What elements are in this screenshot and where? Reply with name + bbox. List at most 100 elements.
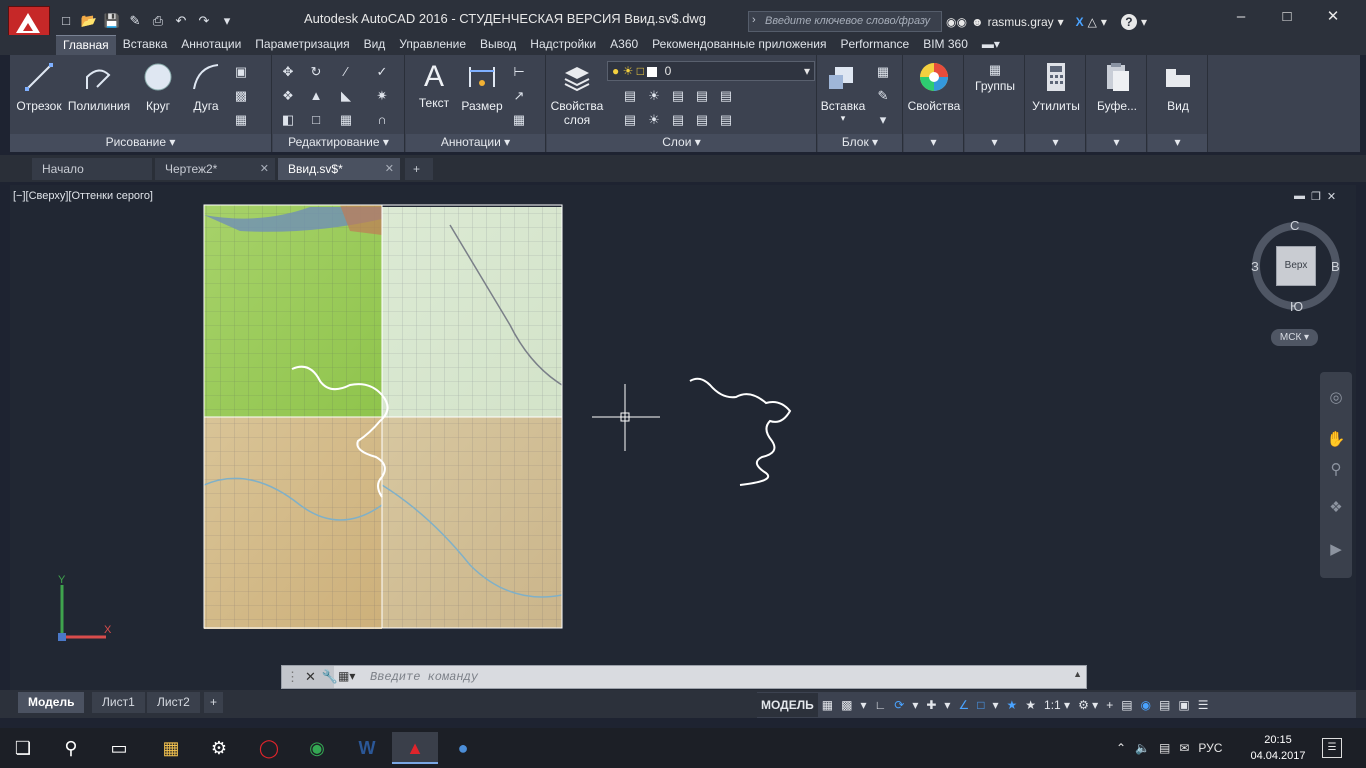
table-icon[interactable]: ▦	[510, 111, 528, 129]
undo-icon[interactable]: ↶	[171, 12, 191, 30]
chevron-down-icon[interactable]: ▾	[1148, 134, 1207, 152]
utilities-panel[interactable]: Утилиты ▾	[1026, 55, 1086, 152]
layer-delete-icon[interactable]: ▤	[717, 111, 735, 129]
add-layout-button[interactable]: +	[204, 692, 224, 713]
compass-west[interactable]: З	[1251, 259, 1259, 274]
language-indicator[interactable]: РУС	[1198, 741, 1222, 755]
chevron-down-icon[interactable]: ▾	[940, 693, 954, 717]
chevron-down-icon[interactable]: ▾	[908, 693, 922, 717]
ribbon-minimize-button[interactable]: ▬▾	[975, 35, 1007, 55]
wcs-menu-button[interactable]: МСК ▾	[1271, 329, 1318, 346]
map-raster-top-right[interactable]	[382, 207, 563, 418]
history-toggle-icon[interactable]: ▲	[1073, 669, 1082, 679]
customize-qat-icon[interactable]: ▾	[217, 12, 237, 30]
rectangle-icon[interactable]: ▣	[232, 63, 250, 81]
tab-manage[interactable]: Управление	[392, 35, 473, 55]
steering-wheel-icon[interactable]: ◎	[1326, 388, 1346, 408]
view-button[interactable]: Вид	[1150, 61, 1206, 113]
open-icon[interactable]: 📂	[79, 12, 99, 30]
chevron-down-icon[interactable]: ▾	[1141, 15, 1147, 29]
tab-insert[interactable]: Вставка	[116, 35, 175, 55]
properties-button[interactable]: Свойства	[906, 61, 962, 113]
chevron-down-icon[interactable]: ▾	[965, 134, 1024, 152]
compass-south[interactable]: Ю	[1290, 299, 1303, 314]
layer-walk-icon[interactable]: ▤	[621, 111, 639, 129]
pan-icon[interactable]: ✋	[1326, 430, 1346, 450]
fillet-icon[interactable]: ◣	[337, 87, 355, 105]
trim-icon[interactable]: ∕	[337, 63, 355, 81]
minimize-icon[interactable]: –	[1218, 0, 1264, 34]
tab-bim360[interactable]: BIM 360	[916, 35, 975, 55]
message-icon[interactable]: ✉	[1179, 741, 1189, 755]
layer-lock-icon[interactable]: ▤	[669, 87, 687, 105]
chevron-up-icon[interactable]: ⌃	[1116, 741, 1126, 755]
save-icon[interactable]: 💾	[102, 12, 122, 30]
google-earth-icon[interactable]: ●	[440, 732, 486, 764]
new-icon[interactable]: □	[56, 12, 76, 30]
modify-panel-title[interactable]: Редактирование ▾	[273, 134, 404, 152]
annotation-scale-button[interactable]: 1:1 ▾	[1040, 693, 1074, 717]
command-input[interactable]: Введите команду	[370, 670, 478, 684]
explode-icon[interactable]: ✷	[373, 87, 391, 105]
scale-icon[interactable]: □	[307, 111, 325, 129]
file-explorer-icon[interactable]: ▦	[148, 732, 194, 764]
dimension-button[interactable]: Размер	[458, 61, 506, 113]
attribute-icon[interactable]: ▾	[874, 111, 892, 129]
zoom-icon[interactable]: ⚲	[1326, 460, 1346, 480]
compass-north[interactable]: С	[1290, 218, 1299, 233]
exchange-icon[interactable]: X	[1076, 15, 1084, 29]
layer-copy-icon[interactable]: ▤	[693, 111, 711, 129]
clean-screen-icon[interactable]: ▣	[1174, 693, 1193, 717]
close-icon[interactable]: ✕	[1310, 0, 1356, 34]
snap-icon[interactable]: ▩	[837, 693, 856, 717]
customization-icon[interactable]: ☰	[1194, 693, 1213, 717]
tab-view[interactable]: Вид	[357, 35, 393, 55]
tab-addins[interactable]: Надстройки	[523, 35, 603, 55]
network-icon[interactable]: ▤	[1159, 741, 1170, 755]
annotation-panel-title[interactable]: Аннотации ▾	[406, 134, 545, 152]
search-input[interactable]: › Введите ключевое слово/фразу	[748, 11, 942, 32]
search-icon[interactable]: ⚲	[48, 732, 94, 764]
print-icon[interactable]: ⎙	[148, 12, 168, 30]
wrench-icon[interactable]: 🔧	[322, 669, 338, 685]
boundary-icon[interactable]: ▦	[232, 111, 250, 129]
close-icon[interactable]: ✕	[385, 158, 394, 180]
chevron-down-icon[interactable]: ▾	[856, 693, 870, 717]
layer-unlock-icon[interactable]: ▤	[669, 111, 687, 129]
help-icon[interactable]: ?	[1120, 13, 1137, 30]
task-view-icon[interactable]: ▭	[96, 732, 142, 764]
create-block-icon[interactable]: ▦	[874, 63, 892, 81]
linear-dim-icon[interactable]: ⊢	[510, 63, 528, 81]
command-prompt-icon[interactable]: ▦▾	[338, 669, 355, 683]
layer-properties-button[interactable]: Свойства слоя	[549, 61, 605, 127]
layer-dropdown[interactable]: ● ☀ □ 0 ▾	[607, 61, 815, 81]
compass-east[interactable]: В	[1331, 259, 1340, 274]
chevron-down-icon[interactable]: ▾	[988, 693, 1002, 717]
annotation-monitor-icon[interactable]: +	[1102, 693, 1117, 717]
rotate-icon[interactable]: ↻	[307, 63, 325, 81]
object-snap-icon[interactable]: □	[973, 693, 988, 717]
tab-annotate[interactable]: Аннотации	[174, 35, 248, 55]
isolate-objects-icon[interactable]: ◉	[1137, 693, 1155, 717]
polar-icon[interactable]: ⟳	[890, 693, 908, 717]
map-raster-bottom-right[interactable]	[381, 417, 563, 628]
move-icon[interactable]: ✥	[279, 63, 297, 81]
hardware-acceleration-icon[interactable]: ▤	[1155, 693, 1174, 717]
layer-thaw-icon[interactable]: ☀	[645, 111, 663, 129]
tab-layout1[interactable]: Лист1	[92, 692, 145, 713]
chrome-icon[interactable]: ◉	[294, 732, 340, 764]
clock[interactable]: 20:15 04.04.2017	[1248, 732, 1308, 764]
opera-icon[interactable]: ◯	[246, 732, 292, 764]
orbit-icon[interactable]: ❖	[1326, 498, 1346, 518]
block-panel-title[interactable]: Блок ▾	[818, 134, 902, 152]
polyline-button[interactable]: Полилиния	[66, 61, 132, 113]
layer-isolate-icon[interactable]: ▤	[693, 87, 711, 105]
leader-icon[interactable]: ↗	[510, 87, 528, 105]
layers-panel-title[interactable]: Слои ▾	[547, 134, 816, 152]
chevron-down-icon[interactable]: ▾	[1058, 15, 1064, 29]
viewcube[interactable]: Верх	[1252, 222, 1340, 310]
tab-performance[interactable]: Performance	[834, 35, 917, 55]
model-space-button[interactable]: МОДЕЛЬ	[757, 693, 818, 717]
erase-icon[interactable]: ✓	[373, 63, 391, 81]
maximize-icon[interactable]: □	[1264, 0, 1310, 34]
